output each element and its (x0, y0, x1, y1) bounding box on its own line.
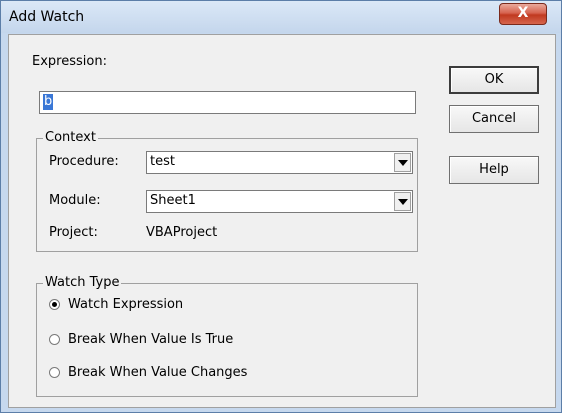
break-when-changes-radio[interactable] (49, 367, 60, 378)
ok-button[interactable]: OK (449, 66, 539, 94)
break-when-true-radio[interactable] (49, 334, 60, 345)
procedure-dropdown-arrow-icon[interactable] (394, 153, 411, 172)
watch-expression-label: Watch Expression (68, 297, 184, 312)
procedure-value: test (150, 154, 175, 169)
project-label: Project: (49, 225, 98, 240)
add-watch-dialog: Add Watch X Expression: b Context Proced… (0, 0, 562, 413)
break-when-changes-label: Break When Value Changes (68, 365, 248, 380)
context-legend: Context (43, 130, 98, 145)
module-value: Sheet1 (150, 193, 196, 208)
close-button[interactable]: X (499, 3, 547, 25)
module-dropdown-arrow-icon[interactable] (394, 192, 411, 211)
module-select[interactable]: Sheet1 (146, 190, 413, 213)
expression-value: b (43, 94, 54, 110)
expression-label: Expression: (32, 54, 107, 69)
watch-expression-radio[interactable] (49, 299, 60, 310)
procedure-label: Procedure: (49, 154, 119, 169)
watch-type-legend: Watch Type (43, 275, 122, 290)
module-label: Module: (49, 193, 101, 208)
help-button[interactable]: Help (449, 156, 539, 184)
dialog-body: Expression: b Context Procedure: test Mo… (8, 34, 556, 408)
procedure-select[interactable]: test (146, 151, 413, 174)
watch-type-group: Watch Type Watch Expression Break When V… (36, 275, 418, 397)
title-bar: Add Watch X (1, 1, 561, 33)
dialog-title: Add Watch (9, 9, 85, 25)
expression-input[interactable]: b (39, 91, 416, 114)
project-value: VBAProject (146, 225, 218, 240)
break-when-true-label: Break When Value Is True (68, 332, 234, 347)
cancel-button[interactable]: Cancel (449, 105, 539, 133)
context-group: Context Procedure: test Module: Sheet1 P… (36, 130, 418, 252)
